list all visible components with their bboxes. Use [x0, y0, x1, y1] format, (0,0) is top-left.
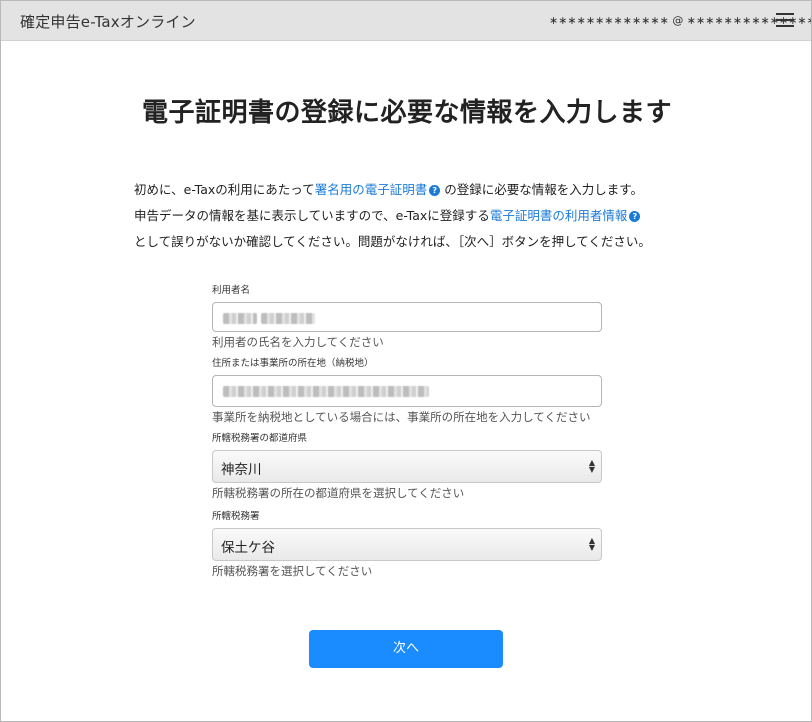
- redacted-text: [223, 386, 429, 397]
- intro-line-3: として誤りがないか確認してください。問題がなければ、［次へ］ボタンを押してくださ…: [134, 234, 651, 249]
- address-label: 住所または事業所の所在地（納税地）: [212, 358, 374, 369]
- user-name-label: 利用者名: [212, 285, 251, 296]
- redacted-text: [223, 313, 257, 324]
- intro-text-2a: 申告データの情報を基に表示していますので、e-Taxに登録する: [134, 208, 490, 223]
- updown-arrows-icon: ▲ ▼: [588, 536, 595, 552]
- certificate-form: 利用者名 利用者の氏名を入力してください 住所または事業所の所在地（納税地） 事…: [212, 285, 602, 583]
- help-icon[interactable]: ?: [629, 211, 641, 222]
- field-user-name: 利用者名 利用者の氏名を入力してください: [212, 285, 602, 354]
- intro-text-1a: 初めに、e-Taxの利用にあたって: [134, 182, 315, 197]
- tax-office-selected-value: 保土ケ谷: [221, 540, 275, 556]
- intro-text-1b: の登録に必要な情報を入力します。: [444, 182, 643, 197]
- intro-line-2: 申告データの情報を基に表示していますので、e-Taxに登録する電子証明書の利用者…: [134, 203, 694, 229]
- top-bar: 確定申告e-Taxオンライン ∗∗∗∗∗∗∗∗∗∗∗∗∗ @ ∗∗∗∗∗∗∗∗∗…: [1, 1, 811, 41]
- user-name-hint: 利用者の氏名を入力してください: [212, 335, 384, 349]
- app-title: 確定申告e-Taxオンライン: [20, 13, 196, 31]
- tax-office-hint: 所轄税務署を選択してください: [212, 564, 373, 578]
- page-title: 電子証明書の登録に必要な情報を入力します: [141, 98, 672, 128]
- app-window: 確定申告e-Taxオンライン ∗∗∗∗∗∗∗∗∗∗∗∗∗ @ ∗∗∗∗∗∗∗∗∗…: [0, 0, 812, 722]
- field-tax-office: 所轄税務署 保土ケ谷 ▲ ▼ 所轄税務署を選択してください: [212, 511, 602, 583]
- tax-office-select[interactable]: 保土ケ谷 ▲ ▼: [212, 528, 602, 561]
- address-input[interactable]: [212, 375, 602, 407]
- prefecture-selected-value: 神奈川: [221, 462, 262, 478]
- tax-office-label: 所轄税務署: [212, 511, 260, 522]
- field-address: 住所または事業所の所在地（納税地） 事業所を納税地としている場合には、事業所の所…: [212, 358, 602, 429]
- signing-certificate-link[interactable]: 署名用の電子証明書: [315, 182, 428, 197]
- user-account-info: ∗∗∗∗∗∗∗∗∗∗∗∗∗ @ ∗∗∗∗∗∗∗∗∗∗∗∗∗∗∗: [549, 14, 812, 27]
- certificate-user-info-link[interactable]: 電子証明書の利用者情報: [490, 208, 628, 223]
- address-hint: 事業所を納税地としている場合には、事業所の所在地を入力してください: [212, 410, 591, 424]
- user-name-input[interactable]: [212, 302, 602, 332]
- hamburger-menu-icon[interactable]: [776, 12, 794, 28]
- field-prefecture: 所轄税務署の都道府県 神奈川 ▲ ▼ 所轄税務署の所在の都道府県を選択してください: [212, 433, 602, 505]
- intro-line-1: 初めに、e-Taxの利用にあたって署名用の電子証明書? の登録に必要な情報を入力…: [134, 177, 694, 203]
- help-icon[interactable]: ?: [429, 185, 441, 196]
- prefecture-label: 所轄税務署の都道府県: [212, 433, 308, 444]
- prefecture-select[interactable]: 神奈川 ▲ ▼: [212, 450, 602, 483]
- intro-text: 初めに、e-Taxの利用にあたって署名用の電子証明書? の登録に必要な情報を入力…: [134, 177, 694, 255]
- updown-arrows-icon: ▲ ▼: [588, 458, 595, 474]
- next-button[interactable]: 次へ: [309, 630, 503, 668]
- redacted-text: [261, 313, 315, 324]
- prefecture-hint: 所轄税務署の所在の都道府県を選択してください: [212, 486, 465, 500]
